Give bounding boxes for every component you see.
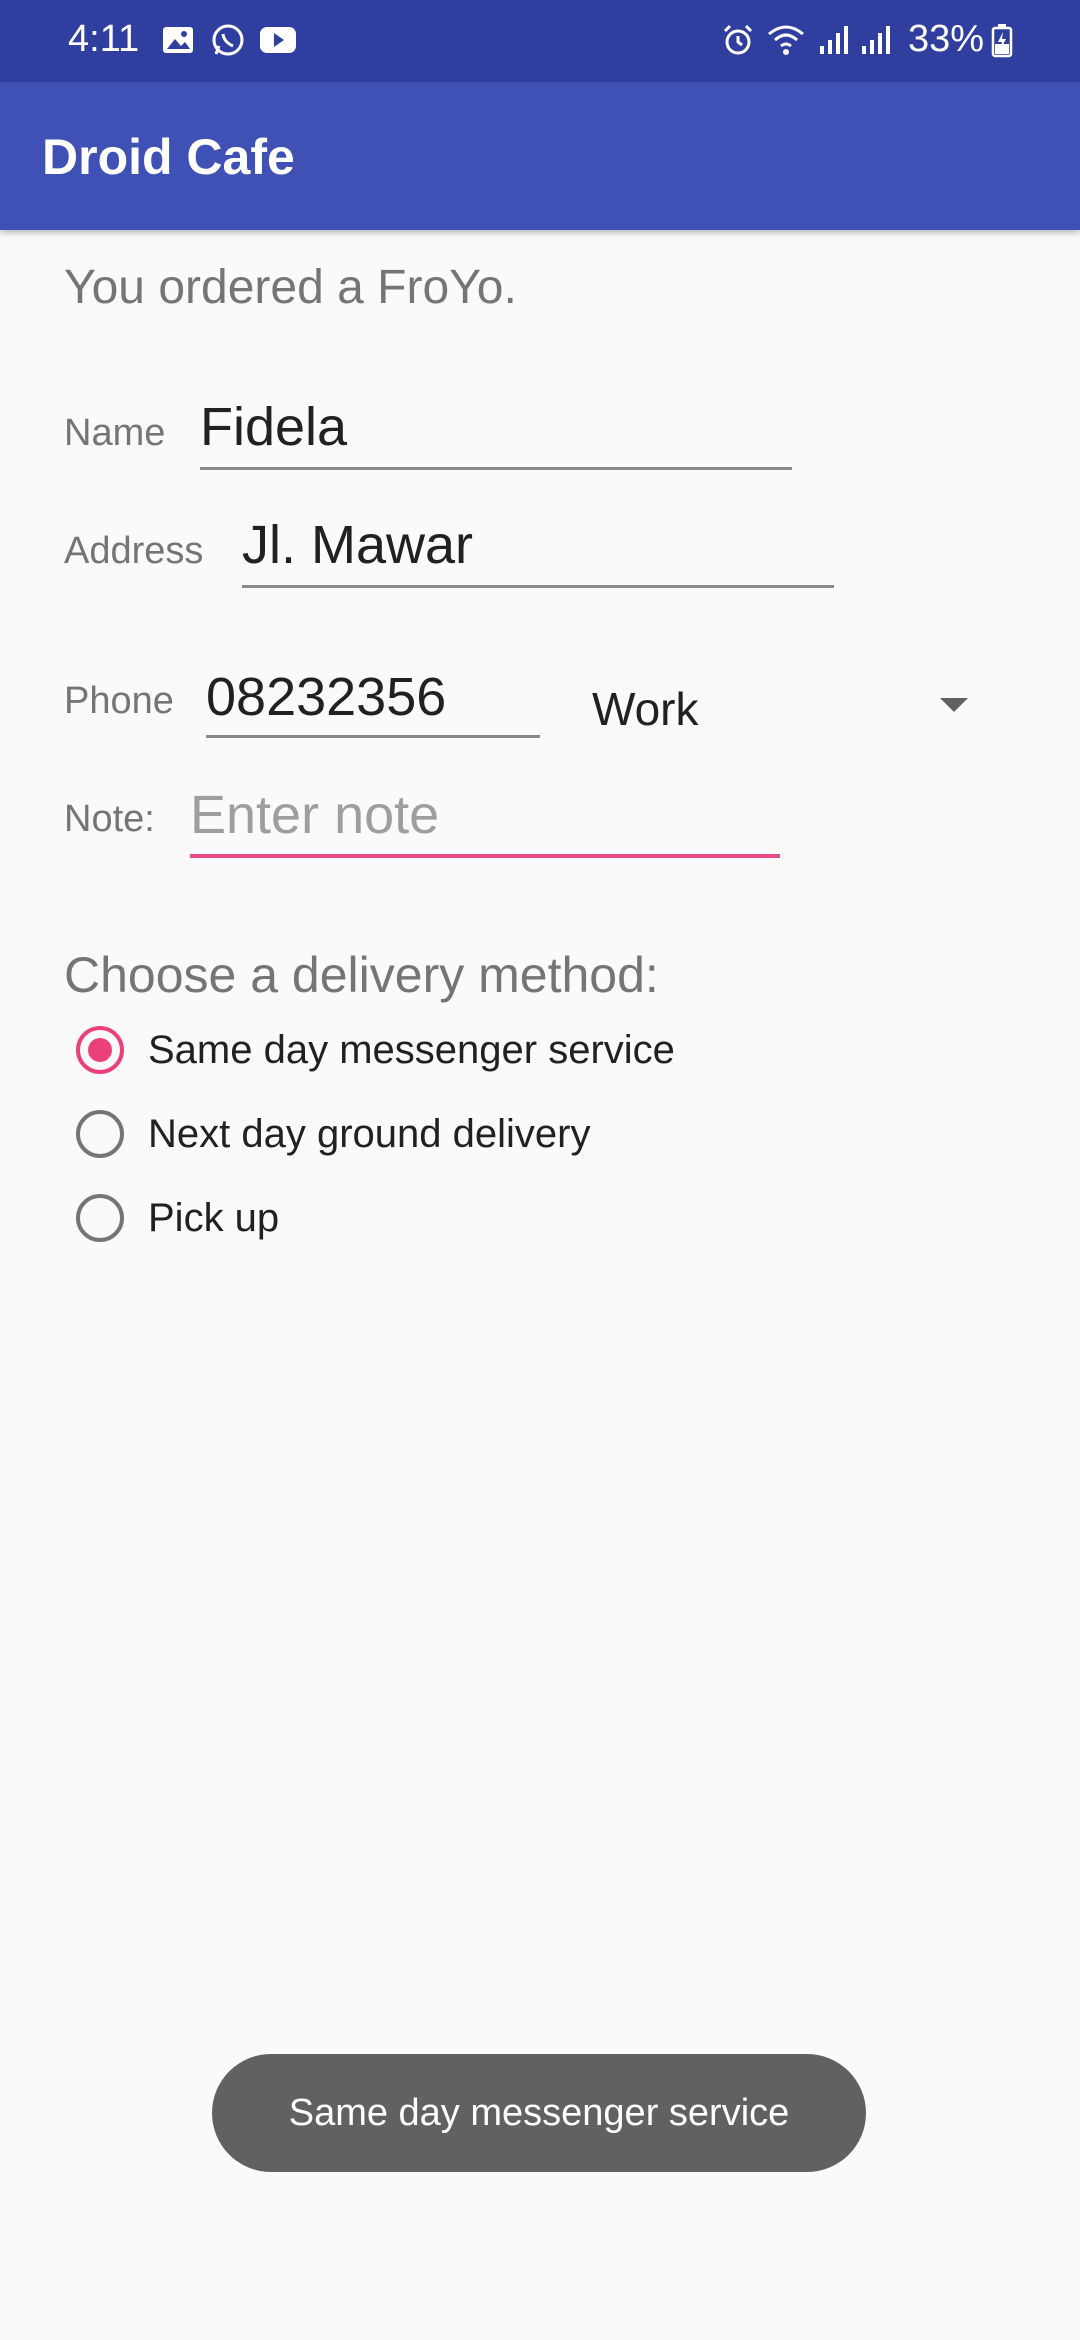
status-time: 4:11: [68, 18, 140, 60]
order-message: You ordered a FroYo.: [64, 261, 517, 314]
delivery-title: Choose a delivery method:: [64, 947, 659, 1003]
image-icon: [163, 27, 193, 53]
radio-button[interactable]: [76, 1110, 124, 1158]
app-title: Droid Cafe: [42, 129, 295, 185]
youtube-icon: [260, 27, 296, 53]
wifi-icon: [768, 25, 804, 55]
address-field[interactable]: Jl. Mawar: [242, 514, 834, 588]
signal-icon: [820, 26, 848, 54]
signal-icon: [862, 26, 890, 54]
radio-label: Next day ground delivery: [148, 1112, 591, 1156]
radio-label: Same day messenger service: [148, 1028, 675, 1072]
radio-label: Pick up: [148, 1196, 280, 1240]
battery-percent: 33%: [908, 18, 985, 60]
name-field[interactable]: Fidela: [200, 396, 792, 470]
battery-icon: [991, 24, 1013, 58]
name-label: Name: [64, 412, 166, 454]
radio-button[interactable]: [76, 1194, 124, 1242]
alarm-icon: [723, 24, 753, 55]
app-bar: Droid Cafe: [0, 82, 1080, 230]
note-label: Note:: [64, 798, 155, 840]
phone-label: Phone: [64, 680, 174, 722]
phone-type-spinner[interactable]: Work: [592, 676, 972, 736]
address-label: Address: [64, 530, 204, 572]
dropdown-arrow-icon: [940, 698, 968, 712]
status-bar: 4:11 33%: [0, 0, 1080, 82]
phone-type-value: Work: [592, 683, 699, 735]
radio-button-checked[interactable]: [76, 1026, 124, 1074]
phone-field[interactable]: 08232356: [206, 666, 540, 738]
toast-message: Same day messenger service: [212, 2054, 866, 2172]
whatsapp-icon: [212, 24, 244, 56]
note-field[interactable]: Enter note: [190, 784, 780, 858]
